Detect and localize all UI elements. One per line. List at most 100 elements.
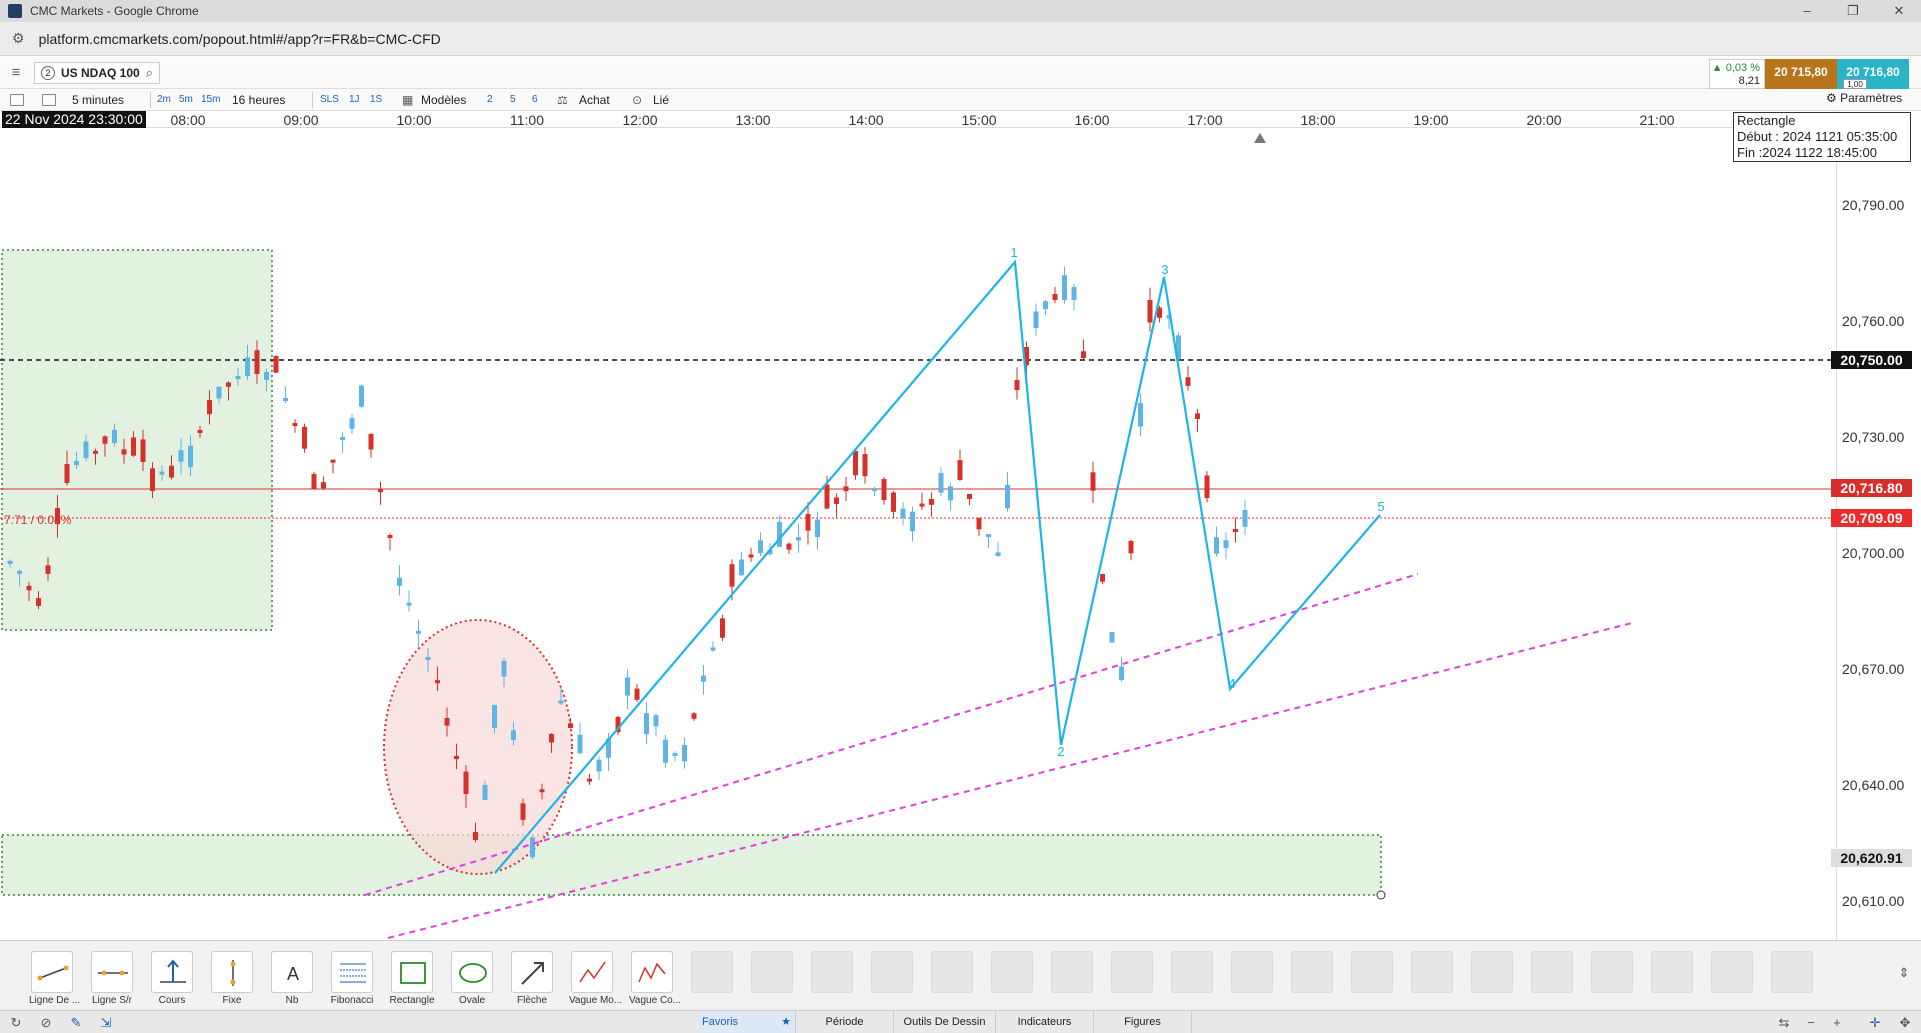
candle-body [957,460,963,480]
cursor-icon[interactable]: ⇲ [98,1015,114,1031]
refresh-icon[interactable]: ↻ [8,1015,24,1031]
tool-arrow[interactable]: Flèche [509,951,555,1006]
rect-info-title: Rectangle [1737,113,1796,128]
close-window-button[interactable]: ✕ [1882,0,1916,22]
tool-label: Vague Mo... [569,995,623,1006]
tool-fixed[interactable]: Fixe [209,951,255,1006]
tool-price[interactable]: Cours [149,951,195,1006]
list-icon[interactable] [10,94,24,106]
minimize-button[interactable]: – [1790,0,1824,22]
settings-button[interactable]: ⚙ Paramètres [1826,91,1902,105]
toolbar-scroll-icon[interactable]: ⇕ [1896,965,1912,981]
template-6[interactable]: 6 [532,92,538,108]
template-5[interactable]: 5 [510,92,516,108]
support-zone-bottom[interactable] [1,834,1382,896]
candle-body [596,759,602,772]
price-chart[interactable]: 1 2 3 4 5 7.71 / 0.04% [0,111,1921,940]
time-label: 19:00 [1413,112,1449,128]
range-select[interactable]: 16 heures [232,92,285,108]
link-icon[interactable]: ⊙ [632,92,642,108]
layout-icon[interactable] [42,94,56,106]
interval-5m[interactable]: 5m [179,92,193,108]
pencil-icon[interactable]: ✎ [68,1015,84,1031]
crosshair-icon[interactable]: ✛ [1867,1015,1883,1031]
tool-slot-empty[interactable] [1169,951,1215,993]
url-text[interactable]: platform.cmcmarkets.com/popout.html#/app… [39,31,441,47]
chart-background [0,111,1836,940]
tab-label: Favoris [702,1016,739,1028]
interval-15m[interactable]: 15m [201,92,220,108]
tool-wave-corrective[interactable]: Vague Co... [629,951,681,1006]
tab-period[interactable]: Période [796,1011,894,1033]
zone-handle[interactable] [1376,890,1386,900]
expand-icon[interactable]: ✥ [1897,1015,1913,1031]
tool-slot-empty[interactable] [1649,951,1695,993]
tool-slot-empty[interactable] [1529,951,1575,993]
tool-slot-empty[interactable] [929,951,975,993]
tool-fibonacci[interactable]: Fibonacci [329,951,375,1006]
support-zone-left[interactable] [1,249,273,631]
block-icon[interactable]: ⊘ [38,1015,54,1031]
site-info-icon[interactable]: ⚙ [12,30,25,47]
tool-slot-empty[interactable] [689,951,735,993]
tool-slot-empty[interactable] [1709,951,1755,993]
interval-select[interactable]: 5 minutes [72,92,124,108]
tool-label: Ovale [458,995,486,1006]
buy-button[interactable]: Achat [579,92,610,108]
swap-icon[interactable]: ⇆ [1776,1015,1792,1031]
tool-slot-empty[interactable] [869,951,915,993]
tool-slot-empty[interactable] [1229,951,1275,993]
tool-text[interactable]: A Nb [269,951,315,1006]
zoom-out-icon[interactable]: − [1803,1015,1819,1031]
interval-2m[interactable]: 2m [157,92,171,108]
template-2[interactable]: 2 [487,92,493,108]
menu-icon[interactable]: ≡ [6,63,26,83]
sell-price-button[interactable]: 20 715,80 [1765,59,1837,89]
buy-icon[interactable]: ⚖ [557,92,568,108]
tool-slot-empty[interactable] [1769,951,1815,993]
tool-slot-empty[interactable] [809,951,855,993]
candle-body [283,398,288,401]
candle-body [140,439,146,462]
restore-button[interactable]: ❐ [1836,0,1870,22]
address-bar[interactable]: ⚙ platform.cmcmarkets.com/popout.html#/a… [0,22,1921,56]
tool-slot-empty[interactable] [989,951,1035,993]
tool-wave[interactable]: Vague Mo... [569,951,623,1006]
tool-slot-empty[interactable] [1589,951,1635,993]
tool-slot-empty[interactable] [749,951,795,993]
templates-button[interactable]: Modèles [421,92,466,108]
candle-body [577,734,583,754]
time-label: 18:00 [1300,112,1336,128]
sls-button[interactable]: SLS [320,92,339,108]
tool-slot-empty[interactable] [1109,951,1155,993]
tool-oval[interactable]: Ovale [449,951,495,1006]
window-titlebar: CMC Markets - Google Chrome – ❐ ✕ [0,0,1921,22]
tool-slot-empty[interactable] [1289,951,1335,993]
tool-slot-empty[interactable] [1409,951,1455,993]
price-label: 20,760.00 [1842,313,1905,329]
linked-button[interactable]: Lié [653,92,669,108]
time-label: 16:00 [1074,112,1110,128]
candle-body [102,436,108,444]
tab-figures[interactable]: Figures [1094,1011,1192,1033]
tool-rectangle[interactable]: Rectangle [389,951,435,1006]
zoom-in-icon[interactable]: + [1829,1015,1845,1031]
tool-slot-empty[interactable] [1049,951,1095,993]
tool-trendline[interactable]: Ligne De ... [29,951,80,1006]
tab-favorites[interactable]: Favoris ★ [698,1011,796,1033]
settings-label: Paramètres [1840,91,1903,105]
candle-body [473,832,478,840]
range-1j[interactable]: 1J [349,92,360,108]
tool-slot-empty[interactable] [1469,951,1515,993]
templates-icon[interactable]: ▦ [402,92,413,108]
candle-body [1062,275,1067,300]
tab-drawing-tools[interactable]: Outils De Dessin [894,1011,996,1033]
instrument-selector[interactable]: 2 US NDAQ 100 ⌕ [34,62,160,84]
tool-sr-line[interactable]: Ligne S/r [89,951,135,1006]
tab-indicators[interactable]: Indicateurs [996,1011,1094,1033]
range-1s[interactable]: 1S [370,92,382,108]
search-icon[interactable]: ⌕ [146,65,153,81]
candle-body [321,482,326,489]
tool-slot-empty[interactable] [1349,951,1395,993]
candle-body [815,519,820,538]
